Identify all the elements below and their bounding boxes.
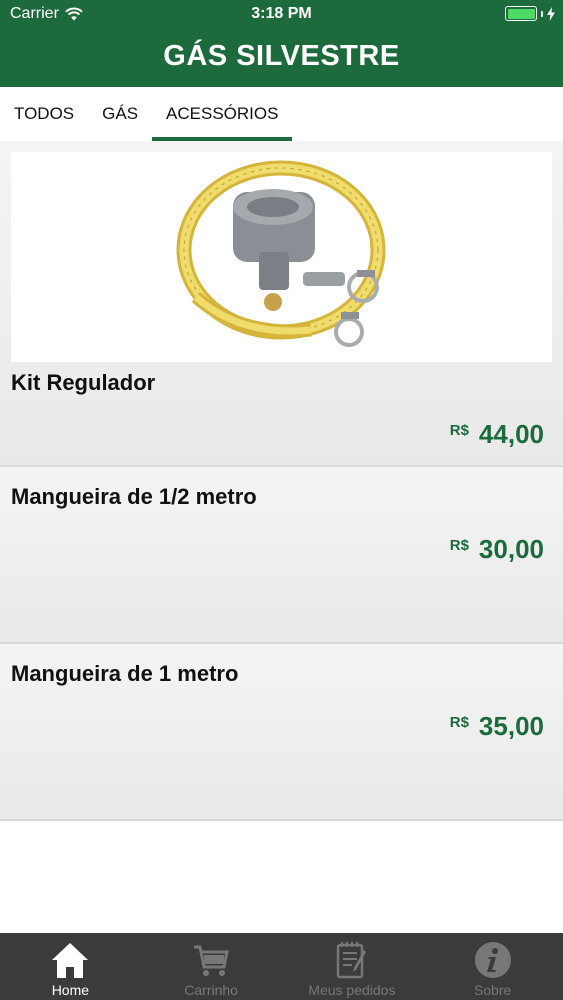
- product-price: R$ 35,00: [450, 711, 544, 742]
- price-value: 30,00: [478, 534, 544, 564]
- tab-todos[interactable]: TODOS: [0, 87, 88, 141]
- tab-bar-carrinho[interactable]: Carrinho: [141, 933, 282, 1000]
- tab-bar-meus-pedidos[interactable]: Meus pedidos: [282, 933, 423, 1000]
- product-price: R$ 44,00: [450, 419, 544, 450]
- product-card[interactable]: Mangueira de 1/2 metro R$ 30,00: [0, 467, 563, 644]
- tab-bar-home[interactable]: Home: [0, 933, 141, 1000]
- tab-bar-label: Home: [51, 982, 90, 998]
- status-bar: Carrier 3:18 PM: [0, 0, 563, 30]
- navigation-bar: Carrier 3:18 PM GÁS SILVESTRE: [0, 0, 563, 87]
- home-icon: [50, 939, 90, 981]
- currency-symbol: R$: [449, 537, 469, 554]
- tab-gas[interactable]: GÁS: [88, 87, 152, 141]
- tab-bar-label: Sobre: [473, 982, 512, 998]
- product-image: [11, 152, 552, 362]
- product-name: Kit Regulador: [11, 370, 156, 395]
- cart-icon: [191, 939, 231, 981]
- orders-icon: [332, 939, 372, 981]
- currency-symbol: R$: [449, 714, 469, 731]
- tab-bar-sobre[interactable]: Sobre: [422, 933, 563, 1000]
- status-time: 3:18 PM: [251, 5, 312, 22]
- product-price: R$ 30,00: [450, 534, 544, 565]
- product-card[interactable]: Mangueira de 1 metro R$ 35,00: [0, 644, 563, 821]
- product-name: Mangueira de 1/2 metro: [11, 484, 257, 509]
- price-value: 35,00: [478, 711, 544, 741]
- tab-bar: Home Carrinho Meus pedidos Sobre: [0, 933, 563, 1000]
- app-title: GÁS SILVESTRE: [163, 40, 400, 72]
- category-tabs: TODOS GÁS ACESSÓRIOS: [0, 87, 563, 141]
- battery-icon: [505, 6, 537, 21]
- product-list: Kit Regulador R$ 44,00 Mangueira de 1/2 …: [0, 141, 563, 933]
- tab-acessorios[interactable]: ACESSÓRIOS: [152, 87, 293, 141]
- currency-symbol: R$: [449, 422, 469, 439]
- regulator-kit-image: [176, 160, 386, 347]
- charging-bolt-icon: [547, 6, 555, 21]
- info-icon: [473, 939, 513, 981]
- product-card[interactable]: Kit Regulador R$ 44,00: [0, 141, 563, 467]
- product-name: Mangueira de 1 metro: [11, 661, 239, 686]
- battery-indicator: [505, 6, 555, 21]
- tab-bar-label: Meus pedidos: [308, 982, 396, 998]
- tab-bar-label: Carrinho: [184, 982, 238, 998]
- price-value: 44,00: [478, 419, 544, 449]
